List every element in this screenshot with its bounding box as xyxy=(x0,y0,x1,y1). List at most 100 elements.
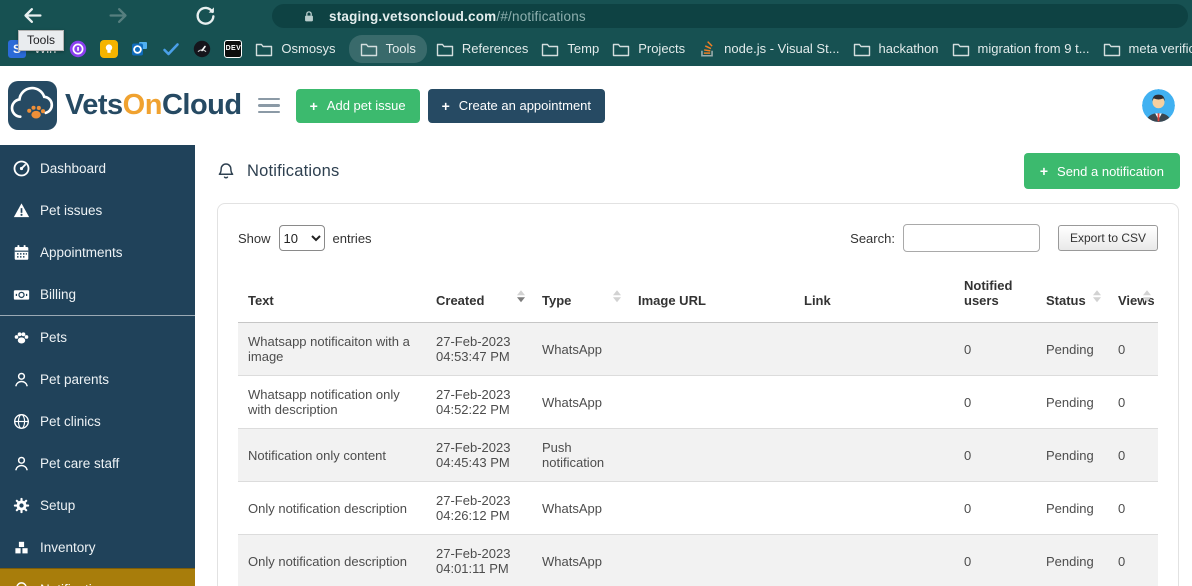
table-row[interactable]: Notification only content 27-Feb-2023 04… xyxy=(238,429,1158,482)
sidebar-item-pet-issues[interactable]: Pet issues xyxy=(0,189,195,231)
cell-image-url xyxy=(628,429,794,482)
bookmark-stackoverflow[interactable]: node.js - Visual St... xyxy=(698,40,839,58)
vetsoncloud-logo[interactable] xyxy=(8,81,57,130)
lock-icon[interactable] xyxy=(302,9,316,24)
sidebar-item-dashboard[interactable]: Dashboard xyxy=(0,147,195,189)
column-header-notified-users[interactable]: Notified users xyxy=(954,268,1036,323)
sort-arrows-icon[interactable] xyxy=(1143,290,1151,302)
sidebar-label: Pets xyxy=(40,330,67,345)
boxes-icon xyxy=(13,539,30,556)
column-header-status[interactable]: Status xyxy=(1036,268,1108,323)
bookmark-todo[interactable] xyxy=(162,40,180,58)
bookmark-dev[interactable]: DEV xyxy=(224,40,242,58)
bookmark-speedtest[interactable] xyxy=(193,40,211,58)
page-title: Notifications xyxy=(247,162,339,181)
back-icon[interactable] xyxy=(22,5,43,26)
sidebar-item-billing[interactable]: Billing xyxy=(0,273,195,315)
create-appointment-label: Create an appointment xyxy=(459,98,591,113)
cell-views: 0 xyxy=(1108,376,1158,429)
sidebar-item-pets[interactable]: Pets xyxy=(0,316,195,358)
menu-icon[interactable] xyxy=(258,98,280,114)
cell-created: 27-Feb-2023 04:01:11 PM xyxy=(426,535,532,586)
cell-image-url xyxy=(628,376,794,429)
notifications-bell-icon xyxy=(217,162,235,180)
bookmark-keep[interactable] xyxy=(100,40,118,58)
notifications-card: Show 10 entries Search: Export to CSV xyxy=(217,203,1179,586)
folder-icon xyxy=(541,40,559,58)
bookmark-folder-tools[interactable]: Tools xyxy=(349,35,427,63)
column-header-views[interactable]: Views xyxy=(1108,268,1158,323)
table-row[interactable]: Whatsapp notification only with descript… xyxy=(238,376,1158,429)
table-row[interactable]: Whatsapp notificaiton with a image 27-Fe… xyxy=(238,323,1158,376)
sort-arrows-icon[interactable] xyxy=(517,290,525,302)
export-csv-button[interactable]: Export to CSV xyxy=(1058,225,1158,251)
bookmark-folder-projects[interactable]: Projects xyxy=(612,40,685,58)
bookmark-outlook[interactable] xyxy=(131,40,149,58)
cell-type: Push notification xyxy=(532,429,628,482)
logo-cloud-paw-icon xyxy=(8,81,57,130)
onepassword-icon xyxy=(69,40,87,58)
table-row[interactable]: Only notification description 27-Feb-202… xyxy=(238,535,1158,586)
bookmark-folder-references[interactable]: References xyxy=(436,40,528,58)
bookmark-folder-meta[interactable]: meta verificat xyxy=(1103,40,1192,58)
sidebar-item-pet-clinics[interactable]: Pet clinics xyxy=(0,400,195,442)
cell-link xyxy=(794,535,954,586)
cell-image-url xyxy=(628,323,794,376)
address-bar[interactable]: staging.vetsoncloud.com/#/notifications xyxy=(272,4,1188,28)
cell-type: WhatsApp xyxy=(532,482,628,535)
folder-icon xyxy=(1103,40,1121,58)
sidebar-item-setup[interactable]: Setup xyxy=(0,484,195,526)
notifications-table: Text Created Type Image URL Link Notifie… xyxy=(238,268,1158,586)
sort-arrows-icon[interactable] xyxy=(1093,290,1101,302)
dashboard-icon xyxy=(13,160,30,177)
bookmark-label: References xyxy=(462,41,528,56)
column-header-link[interactable]: Link xyxy=(794,268,954,323)
bookmark-folder-hackathon[interactable]: hackathon xyxy=(853,40,939,58)
stackoverflow-icon xyxy=(698,40,716,58)
cell-type: WhatsApp xyxy=(532,376,628,429)
calendar-icon xyxy=(13,244,30,261)
sidebar-item-pet-care-staff[interactable]: Pet care staff xyxy=(0,442,195,484)
column-header-created[interactable]: Created xyxy=(426,268,532,323)
cell-status: Pending xyxy=(1036,535,1108,586)
bookmark-folder-migration[interactable]: migration from 9 t... xyxy=(952,40,1090,58)
bookmark-folder-temp[interactable]: Temp xyxy=(541,40,599,58)
sort-arrows-icon[interactable] xyxy=(613,290,621,302)
add-pet-issue-button[interactable]: + Add pet issue xyxy=(296,89,420,123)
bookmark-onepassword[interactable] xyxy=(69,40,87,58)
forward-icon[interactable] xyxy=(108,5,129,26)
column-header-image-url[interactable]: Image URL xyxy=(628,268,794,323)
cell-notified-users: 0 xyxy=(954,535,1036,586)
bookmark-folder-osmosys[interactable]: Osmosys xyxy=(255,40,335,58)
column-header-text[interactable]: Text xyxy=(238,268,426,323)
cell-link xyxy=(794,376,954,429)
folder-icon xyxy=(360,40,378,58)
send-notification-button[interactable]: + Send a notification xyxy=(1024,153,1180,189)
sidebar-item-notifications[interactable]: Notifications xyxy=(0,568,195,586)
billing-icon xyxy=(13,286,30,303)
column-header-type[interactable]: Type xyxy=(532,268,628,323)
user-avatar[interactable] xyxy=(1142,89,1175,122)
bookmark-label: Osmosys xyxy=(281,41,335,56)
bookmark-label: meta verificat xyxy=(1129,41,1192,56)
sidebar-item-inventory[interactable]: Inventory xyxy=(0,526,195,568)
table-row[interactable]: Only notification description 27-Feb-202… xyxy=(238,482,1158,535)
search-input[interactable] xyxy=(903,224,1040,252)
bookmark-label: Tools xyxy=(386,41,416,56)
cell-notified-users: 0 xyxy=(954,429,1036,482)
search-label: Search: xyxy=(850,231,895,246)
sidebar-item-pet-parents[interactable]: Pet parents xyxy=(0,358,195,400)
page-size-select[interactable]: 10 xyxy=(279,225,325,251)
sidebar: Dashboard Pet issues Appointments xyxy=(0,145,195,586)
person-icon xyxy=(13,371,30,388)
person-icon xyxy=(13,455,30,472)
cell-notified-users: 0 xyxy=(954,482,1036,535)
create-appointment-button[interactable]: + Create an appointment xyxy=(428,89,605,123)
cell-status: Pending xyxy=(1036,376,1108,429)
cell-status: Pending xyxy=(1036,323,1108,376)
sidebar-item-appointments[interactable]: Appointments xyxy=(0,231,195,273)
brand-wordmark: VetsOnCloud xyxy=(65,89,242,122)
cell-text: Whatsapp notificaiton with a image xyxy=(238,323,426,376)
cell-views: 0 xyxy=(1108,429,1158,482)
reload-icon[interactable] xyxy=(195,5,216,26)
